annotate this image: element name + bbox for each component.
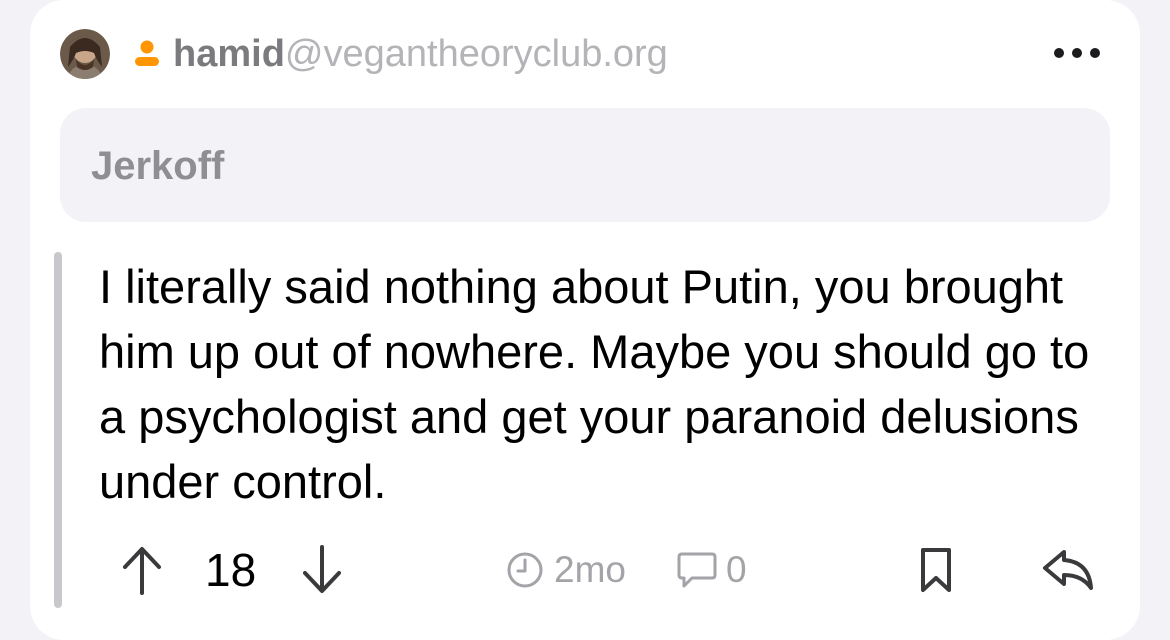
more-options-button[interactable] [1054,40,1100,66]
clock-icon [507,552,543,588]
avatar-image [60,29,110,79]
post-age: 2mo [506,548,626,592]
user-icon [134,38,160,68]
comment-body: I literally said nothing about Putin, yo… [99,260,1090,508]
downvote-button[interactable] [300,544,344,596]
author-name[interactable]: hamid [173,33,285,75]
score-count: 18 [205,544,257,596]
reply-arrow-icon [1043,550,1093,590]
comment-actions: 18 2mo 0 [0,536,1170,606]
parent-comment-preview[interactable]: Jerkoff [60,108,1110,222]
upvote-button[interactable] [120,544,164,596]
author-handle[interactable]: hamid@vegantheoryclub.org [173,31,668,77]
bookmark-button[interactable] [918,544,954,596]
post-age-label: 2mo [554,549,626,590]
parent-comment-text: Jerkoff [91,144,225,188]
arrow-down-icon [303,545,341,593]
comment-count-button[interactable]: 0 [676,548,747,592]
comment-header: hamid@vegantheoryclub.org [60,26,1110,82]
author-instance[interactable]: @vegantheoryclub.org [285,33,668,75]
more-horizontal-icon [1054,48,1064,58]
avatar[interactable] [60,29,110,79]
comment-count: 0 [726,549,747,590]
bookmark-icon [921,548,951,592]
reply-button[interactable] [1040,544,1096,596]
arrow-up-icon [123,547,161,595]
speech-bubble-icon [677,552,717,588]
